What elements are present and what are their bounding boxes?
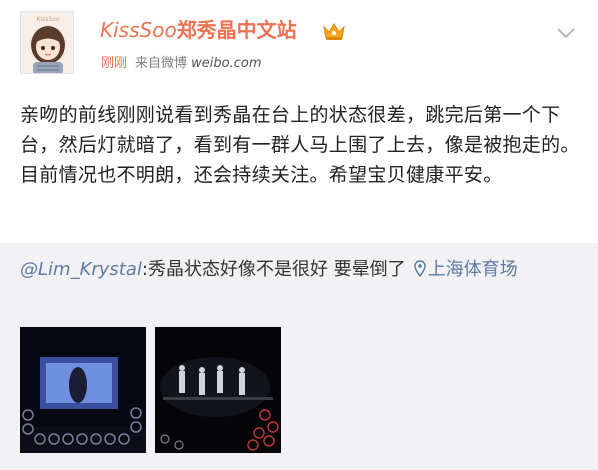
author-name[interactable]: KissSoo郑秀晶中文站 xyxy=(100,16,297,44)
avatar-caption: KissSoo xyxy=(36,16,59,23)
avatar[interactable]: KissSoo xyxy=(20,11,74,74)
location-pin-icon xyxy=(413,260,426,277)
author-name-cn: 郑秀晶中文站 xyxy=(176,18,297,42)
concert-photo-stage xyxy=(155,327,281,453)
repost-block[interactable]: @Lim_Krystal:秀晶状态好像不是很好 要晕倒了 上海体育场 xyxy=(0,243,598,470)
repost-image-1[interactable] xyxy=(20,327,146,453)
avatar-illustration: KissSoo xyxy=(21,12,73,73)
post-source-link[interactable]: weibo.com xyxy=(191,56,261,71)
chevron-down-icon[interactable] xyxy=(556,26,576,40)
repost-image-2[interactable] xyxy=(155,327,281,453)
repost-location-link[interactable]: 上海体育场 xyxy=(428,259,518,280)
repost-text-line: @Lim_Krystal:秀晶状态好像不是很好 要晕倒了 上海体育场 xyxy=(20,256,580,284)
post-source-prefix: 来自微博 xyxy=(135,56,188,71)
weibo-post: KissSoo KissSoo郑秀晶中文站 刚刚 来自微博 weibo.com 亲… xyxy=(0,0,598,470)
repost-user-link[interactable]: @Lim_Krystal xyxy=(20,259,142,280)
post-text: 亲吻的前线刚刚说看到秀晶在台上的状态很差，跳完后第一个下台，然后灯就暗了，看到有… xyxy=(20,104,580,186)
post-meta: 刚刚 来自微博 weibo.com xyxy=(101,55,262,73)
repost-text: :秀晶状态好像不是很好 要晕倒了 xyxy=(141,259,406,280)
author-name-latin: KissSoo xyxy=(100,18,177,42)
post-time: 刚刚 xyxy=(101,56,128,71)
concert-photo-screen xyxy=(20,327,146,453)
vip-crown-icon[interactable] xyxy=(322,21,346,41)
